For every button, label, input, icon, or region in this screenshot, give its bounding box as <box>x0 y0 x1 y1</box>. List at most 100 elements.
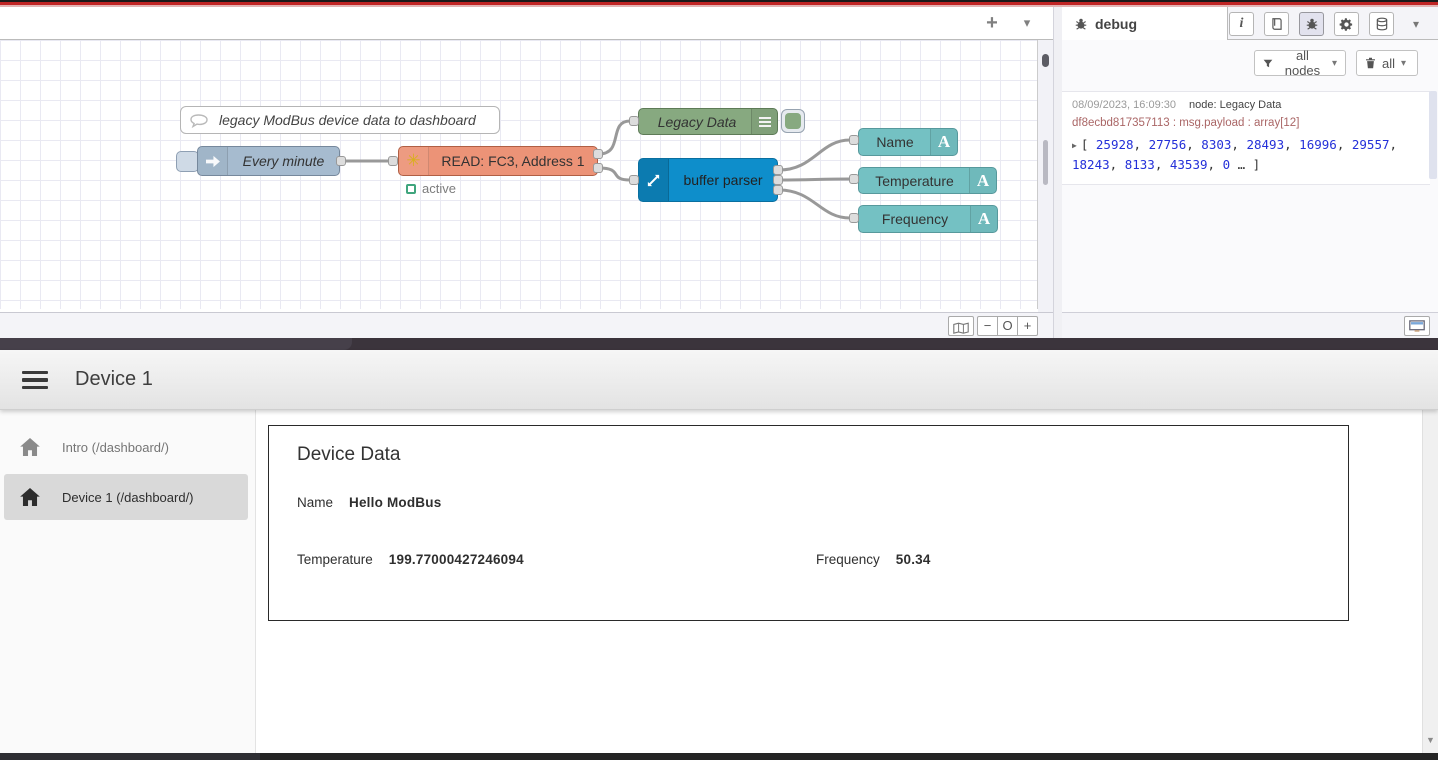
debug-message[interactable]: 08/09/2023, 16:09:30 node: Legacy Data d… <box>1062 91 1430 185</box>
debug-clear-label: all <box>1382 56 1395 71</box>
sidebar-item-label: Device 1 (/dashboard/) <box>62 490 194 505</box>
canvas-vertical-scrollbar[interactable] <box>1038 40 1053 312</box>
parser-label: buffer parser <box>675 159 771 201</box>
modbus-asterisk-icon: ✳ <box>399 147 429 175</box>
home-icon <box>20 438 40 456</box>
debug-enable-toggle[interactable] <box>781 109 805 133</box>
scrollbar-handle[interactable] <box>1042 54 1049 67</box>
window-divider-strip <box>0 338 1438 350</box>
buffer-parser-node[interactable]: buffer parser <box>638 158 778 202</box>
field-frequency: Frequency 50.34 <box>816 552 931 567</box>
navigator-map-icon[interactable] <box>948 316 974 336</box>
help-tab-button[interactable] <box>1264 12 1289 36</box>
funnel-icon <box>1263 58 1273 69</box>
debug-clear-button[interactable]: all ▾ <box>1356 50 1418 76</box>
dashboard-scrollbar[interactable]: ▼ <box>1422 410 1438 753</box>
gear-icon <box>1339 17 1354 32</box>
sidebar-item-label: Intro (/dashboard/) <box>62 440 169 455</box>
ui-text-label: Frequency <box>867 206 963 232</box>
context-tab-button[interactable] <box>1369 12 1394 36</box>
inject-trigger-button[interactable] <box>176 151 199 172</box>
node-red-editor: + ▾ legacy ModBus device dat <box>0 7 1438 338</box>
info-tab-button[interactable]: i <box>1229 12 1254 36</box>
inject-node[interactable]: Every minute <box>197 146 340 176</box>
dashboard-sidebar: Intro (/dashboard/) Device 1 (/dashboard… <box>0 410 256 753</box>
dashboard: Device 1 Intro (/dashboard/) Device 1 (/… <box>0 350 1438 753</box>
home-icon <box>20 488 40 506</box>
tab-debug[interactable]: debug <box>1062 7 1228 40</box>
dashboard-header: Device 1 <box>0 350 1438 410</box>
config-tab-button[interactable] <box>1334 12 1359 36</box>
port-modbus-out1[interactable] <box>593 149 603 159</box>
debug-tabbar: debug i ▾ <box>1062 7 1438 40</box>
field-value: 50.34 <box>896 552 931 567</box>
wire-modbus-parser <box>599 168 630 180</box>
debug-source-node[interactable]: node: Legacy Data <box>1189 99 1281 111</box>
dashboard-title: Device 1 <box>75 368 153 391</box>
field-value: 199.77000427246094 <box>389 552 524 567</box>
device-data-card: Device Data NameHello ModBus Temperature… <box>268 425 1349 621</box>
flow-list-caret-icon[interactable]: ▾ <box>1015 11 1039 35</box>
port-inject-out[interactable] <box>336 156 346 166</box>
ui-text-node-frequency[interactable]: Frequency A <box>858 205 998 233</box>
modbus-read-node[interactable]: ✳ READ: FC3, Address 1 <box>398 146 598 176</box>
ui-text-label: Name <box>867 129 923 155</box>
flow-tabbar: + ▾ <box>0 7 1053 40</box>
debug-timestamp: 08/09/2023, 16:09:30 <box>1072 99 1176 111</box>
window-bottom-edge <box>0 753 1438 760</box>
sidebar-resize-divider[interactable] <box>1053 7 1062 338</box>
port-parser-out3[interactable] <box>773 185 783 195</box>
bug-icon <box>1074 17 1088 31</box>
payload-close-bracket: … ] <box>1230 157 1260 172</box>
field-label: Frequency <box>816 552 880 567</box>
field-label: Temperature <box>297 552 373 567</box>
sidebar-item-device-1[interactable]: Device 1 (/dashboard/) <box>0 472 256 522</box>
port-modbus-in[interactable] <box>388 156 398 166</box>
field-name: NameHello ModBus <box>297 495 441 510</box>
port-frequency-in[interactable] <box>849 213 859 223</box>
debug-message-list[interactable]: 08/09/2023, 16:09:30 node: Legacy Data d… <box>1062 81 1438 312</box>
status-dot-icon <box>406 184 416 194</box>
expand-triangle-icon[interactable]: ▶ <box>1072 137 1077 155</box>
window-top-accent <box>0 0 1438 7</box>
editor-footer: − O + <box>0 312 1053 338</box>
wire-parser-name <box>779 140 850 170</box>
zoom-in-button[interactable]: + <box>1017 316 1038 336</box>
add-flow-button[interactable]: + <box>979 11 1005 35</box>
port-modbus-out2[interactable] <box>593 163 603 173</box>
open-in-window-icon[interactable] <box>1404 316 1430 336</box>
port-legacy-in[interactable] <box>629 116 639 126</box>
text-a-icon: A <box>969 168 996 193</box>
debug-node-legacy-data[interactable]: Legacy Data <box>638 108 778 135</box>
debug-filter-button[interactable]: all nodes ▾ <box>1254 50 1346 76</box>
ui-text-node-temperature[interactable]: Temperature A <box>858 167 997 194</box>
book-icon <box>1270 17 1284 31</box>
debug-scrollbar[interactable] <box>1429 91 1437 179</box>
port-parser-in[interactable] <box>629 175 639 185</box>
scroll-down-arrow-icon[interactable]: ▼ <box>1426 735 1435 745</box>
ui-text-node-name[interactable]: Name A <box>858 128 958 156</box>
debug-tab-button[interactable] <box>1299 12 1324 36</box>
caret-down-icon: ▾ <box>1332 58 1337 69</box>
flow-canvas[interactable]: legacy ModBus device data to dashboard E… <box>0 40 1038 309</box>
menu-hamburger-icon[interactable] <box>22 371 48 389</box>
port-name-in[interactable] <box>849 135 859 145</box>
zoom-reset-button[interactable]: O <box>997 316 1018 336</box>
debug-list-icon <box>751 109 777 134</box>
comment-node[interactable]: legacy ModBus device data to dashboard <box>180 106 500 134</box>
sidebar-menu-caret-icon[interactable]: ▾ <box>1404 12 1428 36</box>
sidebar-item-intro[interactable]: Intro (/dashboard/) <box>0 422 256 472</box>
debug-footer <box>1062 312 1438 338</box>
debug-msg-meta: df8ecbd817357113 : msg.payload : array[1… <box>1072 117 1420 129</box>
trash-icon <box>1365 57 1376 69</box>
debug-node-label: Legacy Data <box>649 109 745 134</box>
caret-down-icon: ▾ <box>1401 58 1406 69</box>
port-parser-out1[interactable] <box>773 165 783 175</box>
port-temperature-in[interactable] <box>849 174 859 184</box>
port-parser-out2[interactable] <box>773 175 783 185</box>
inject-label: Every minute <box>236 147 331 175</box>
debug-payload[interactable]: ▶[ 25928, 27756, 8303, 28493, 16996, 295… <box>1072 136 1420 174</box>
zoom-out-button[interactable]: − <box>977 316 998 336</box>
scrollbar-thumb[interactable] <box>1043 140 1048 185</box>
ui-text-label: Temperature <box>867 168 962 193</box>
